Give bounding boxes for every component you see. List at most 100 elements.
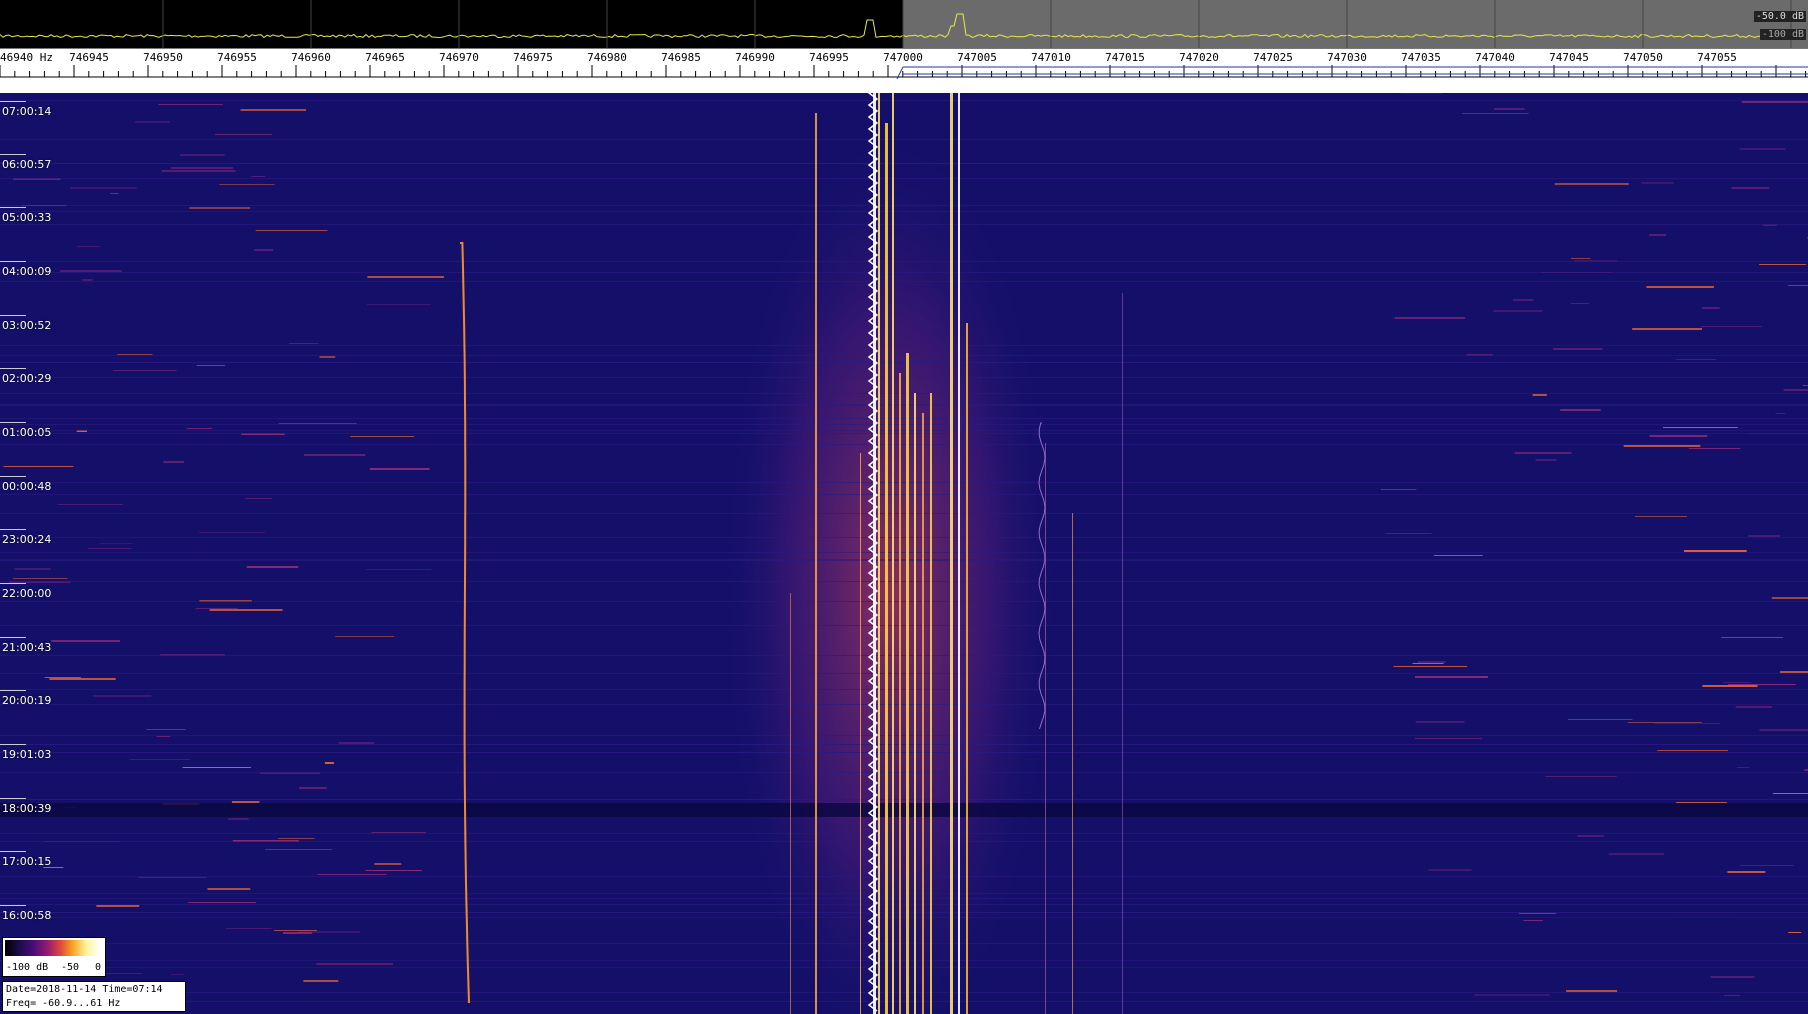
noise-streak <box>303 980 339 982</box>
noise-streak <box>215 134 272 135</box>
noise-streak <box>1554 183 1629 185</box>
noise-streak <box>1571 258 1591 259</box>
noise-row <box>0 281 1808 282</box>
info-freq-range: Freq= -60.9...61 Hz <box>6 998 121 1009</box>
noise-streak <box>170 974 184 975</box>
noise-streak <box>1676 802 1727 803</box>
noise-streak <box>1783 389 1808 391</box>
noise-streak <box>1788 932 1802 933</box>
freq-label: 747010 <box>1031 51 1071 64</box>
noise-streak <box>1728 684 1796 685</box>
noise-streak <box>1676 359 1716 360</box>
noise-row <box>0 537 1808 538</box>
noise-streak <box>251 176 266 177</box>
noise-streak <box>319 356 336 358</box>
signal-trace <box>930 393 932 1014</box>
noise-row <box>0 673 1808 674</box>
noise-row <box>0 362 1808 363</box>
time-label: 02:00:29 <box>0 368 52 385</box>
noise-row <box>0 898 1808 899</box>
noise-streak <box>1461 113 1529 114</box>
noise-streak <box>1775 413 1786 414</box>
freq-label: 747020 <box>1179 51 1219 64</box>
noise-streak <box>335 636 395 637</box>
noise-streak <box>3 466 74 467</box>
time-label: 21:00:43 <box>0 637 52 654</box>
noise-row <box>0 430 1808 431</box>
noise-row <box>0 139 1808 140</box>
noise-streak <box>51 640 121 642</box>
noise-row <box>0 261 1808 262</box>
noise-row <box>0 1001 1808 1002</box>
noise-streak <box>156 736 171 737</box>
noise-streak <box>182 767 251 768</box>
signal-trace <box>1072 513 1073 1014</box>
noise-streak <box>1577 835 1604 837</box>
freq-label: 746955 <box>217 51 257 64</box>
noise-streak <box>100 543 133 544</box>
noise-streak <box>1519 913 1557 914</box>
signal-trace <box>966 323 968 1014</box>
dark-band <box>0 803 1808 817</box>
noise-streak <box>1493 310 1543 312</box>
noise-streak <box>1532 394 1547 396</box>
noise-streak <box>1523 920 1543 921</box>
noise-streak <box>93 695 152 697</box>
noise-streak <box>246 566 299 568</box>
time-label: 20:00:19 <box>0 690 52 707</box>
noise-streak <box>1415 721 1465 723</box>
noise-streak <box>1700 326 1762 327</box>
freq-label: 746960 <box>291 51 331 64</box>
noise-streak <box>350 436 415 437</box>
noise-row <box>0 833 1808 834</box>
noise-row <box>0 799 1808 800</box>
colorbar-mid-label: -50 <box>61 962 80 973</box>
signal-trace <box>885 123 888 1014</box>
noise-row <box>0 513 1808 514</box>
noise-streak <box>198 532 266 533</box>
noise-row <box>0 601 1808 602</box>
noise-row <box>0 704 1808 705</box>
noise-row <box>0 393 1808 394</box>
noise-streak <box>1641 182 1674 184</box>
noise-streak <box>1474 994 1550 996</box>
noise-streak <box>228 818 249 820</box>
noise-streak <box>209 609 283 611</box>
freq-label: 747040 <box>1475 51 1515 64</box>
signal-trace <box>815 113 817 1014</box>
time-label: 16:00:58 <box>0 905 52 922</box>
noise-streak <box>265 849 332 850</box>
noise-streak <box>1787 285 1808 286</box>
noise-streak <box>60 270 122 272</box>
time-label: 05:00:33 <box>0 207 52 224</box>
noise-row <box>0 735 1808 736</box>
noise-streak <box>366 569 432 570</box>
noise-streak <box>1627 722 1702 723</box>
noise-streak <box>77 246 100 247</box>
freq-label: 747055 <box>1697 51 1737 64</box>
noise-streak <box>365 870 422 871</box>
noise-streak <box>171 167 233 169</box>
noise-streak <box>299 787 327 789</box>
freq-label: 746980 <box>587 51 627 64</box>
noise-streak <box>1684 550 1747 552</box>
noise-streak <box>1433 555 1483 556</box>
noise-streak <box>1710 976 1755 978</box>
freq-label: 746995 <box>809 51 849 64</box>
frequency-scale[interactable]: 46940 Hz 746945 746950 746955 746960 746… <box>0 49 1808 93</box>
spectrum-panel[interactable]: -50.0 dB -100 dB <box>0 0 1808 49</box>
freq-label: 747005 <box>957 51 997 64</box>
noise-streak <box>1649 234 1667 236</box>
noise-streak <box>324 762 334 764</box>
noise-row <box>0 345 1808 346</box>
noise-streak <box>113 370 177 371</box>
colorbar-legend: -100 dB -50 0 <box>2 937 106 977</box>
waterfall-display[interactable]: 07:00:14 06:00:57 05:00:33 04:00:09 03:0… <box>0 93 1808 1014</box>
noise-streak <box>1780 671 1808 673</box>
noise-streak <box>1394 317 1466 319</box>
noise-streak <box>254 249 274 251</box>
noise-streak <box>1663 427 1738 428</box>
noise-streak <box>1724 995 1740 996</box>
noise-streak <box>1702 307 1720 309</box>
noise-row <box>0 752 1808 753</box>
